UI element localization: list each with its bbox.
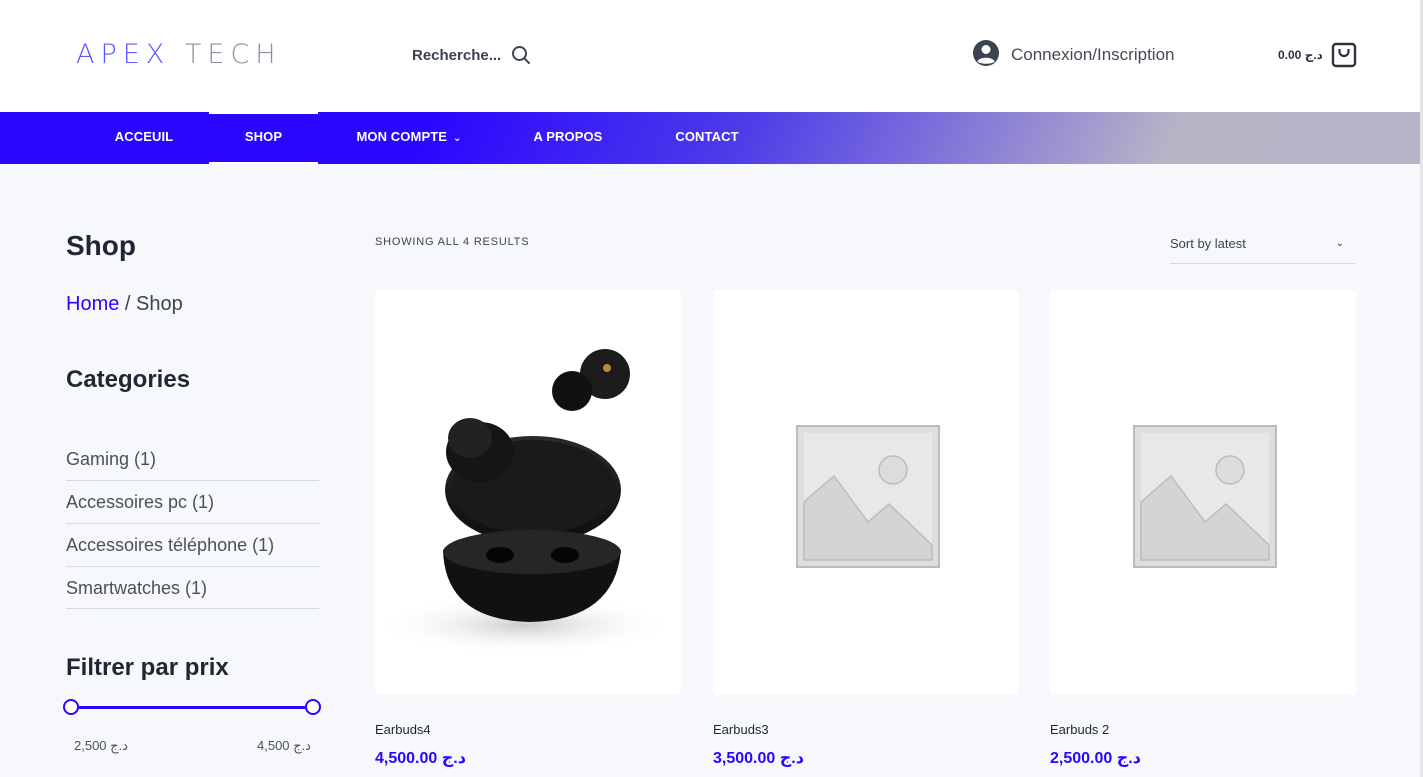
account-label: Connexion/Inscription bbox=[1011, 45, 1175, 64]
search-label: Recherche... bbox=[412, 46, 502, 64]
product-image-placeholder[interactable] bbox=[713, 290, 1019, 695]
image-placeholder-icon bbox=[1133, 425, 1277, 568]
category-accessoires-pc[interactable]: Accessoires pc (1) bbox=[66, 481, 319, 524]
main-navigation: ACCEUIL SHOP MON COMPTE ⌄ A PROPOS CONTAC… bbox=[0, 112, 1420, 164]
nav-item-mon-compte[interactable]: MON COMPTE ⌄ bbox=[338, 112, 480, 164]
category-gaming[interactable]: Gaming (1) bbox=[66, 438, 319, 481]
cart-total: 0.00 د.ج bbox=[1278, 48, 1323, 62]
logo-main: APEX bbox=[76, 39, 171, 70]
nav-label: A PROPOS bbox=[533, 129, 603, 144]
sort-label: Sort by latest bbox=[1170, 236, 1246, 251]
user-icon bbox=[972, 39, 1000, 72]
account-link[interactable]: Connexion/Inscription bbox=[972, 39, 1175, 72]
category-list: Gaming (1) Accessoires pc (1) Accessoire… bbox=[66, 438, 319, 609]
price-slider-min-handle[interactable] bbox=[63, 699, 79, 715]
breadcrumb-current: Shop bbox=[136, 293, 183, 315]
nav-label: MON COMPTE bbox=[356, 129, 448, 144]
chevron-down-icon: ⌄ bbox=[453, 133, 462, 144]
chevron-down-icon: ⌄ bbox=[1335, 238, 1344, 249]
results-count: SHOWING ALL 4 RESULTS bbox=[375, 236, 530, 248]
price-max-label: 4,500 د.ج bbox=[257, 738, 311, 753]
shopping-bag-icon bbox=[1331, 40, 1357, 71]
category-smartwatches[interactable]: Smartwatches (1) bbox=[66, 567, 319, 609]
nav-item-contact[interactable]: CONTACT bbox=[657, 112, 757, 164]
nav-item-acceuil[interactable]: ACCEUIL bbox=[98, 112, 190, 164]
nav-label: ACCEUIL bbox=[114, 129, 174, 144]
nav-label: SHOP bbox=[244, 129, 283, 144]
site-logo[interactable]: APEX TECH bbox=[76, 38, 282, 72]
category-accessoires-telephone[interactable]: Accessoires téléphone (1) bbox=[66, 524, 319, 567]
product-price: 2,500.00 د.ج bbox=[1050, 750, 1141, 767]
sort-select[interactable]: Sort by latest ⌄ bbox=[1170, 227, 1356, 264]
product-price: 3,500.00 د.ج bbox=[713, 750, 804, 767]
breadcrumb: Home / Shop bbox=[66, 293, 183, 316]
nav-item-a-propos[interactable]: A PROPOS bbox=[516, 112, 620, 164]
cart-button[interactable]: 0.00 د.ج bbox=[1278, 40, 1357, 70]
price-slider-max-handle[interactable] bbox=[305, 699, 321, 715]
price-slider-track[interactable] bbox=[71, 706, 313, 709]
breadcrumb-home-link[interactable]: Home bbox=[66, 293, 119, 315]
breadcrumb-separator: / bbox=[119, 293, 137, 315]
page-title: Shop bbox=[66, 230, 136, 261]
price-filter-title: Filtrer par prix bbox=[66, 654, 229, 681]
product-price: 4,500.00 د.ج bbox=[375, 750, 466, 767]
nav-item-shop[interactable]: SHOP bbox=[209, 112, 318, 164]
product-name[interactable]: Earbuds 2 bbox=[1050, 722, 1109, 737]
product-name[interactable]: Earbuds3 bbox=[713, 722, 769, 737]
product-name[interactable]: Earbuds4 bbox=[375, 722, 431, 737]
search-icon bbox=[511, 45, 531, 65]
product-image-placeholder[interactable] bbox=[1050, 290, 1356, 695]
product-image-earbuds[interactable] bbox=[375, 290, 681, 695]
logo-accent: TECH bbox=[184, 39, 282, 70]
categories-title: Categories bbox=[66, 366, 191, 393]
site-header: APEX TECH Recherche... Connexion/Inscrip… bbox=[0, 0, 1420, 112]
price-min-label: 2,500 د.ج bbox=[74, 738, 128, 753]
nav-label: CONTACT bbox=[675, 129, 739, 144]
image-placeholder-icon bbox=[796, 425, 940, 568]
search-button[interactable]: Recherche... bbox=[412, 44, 531, 66]
